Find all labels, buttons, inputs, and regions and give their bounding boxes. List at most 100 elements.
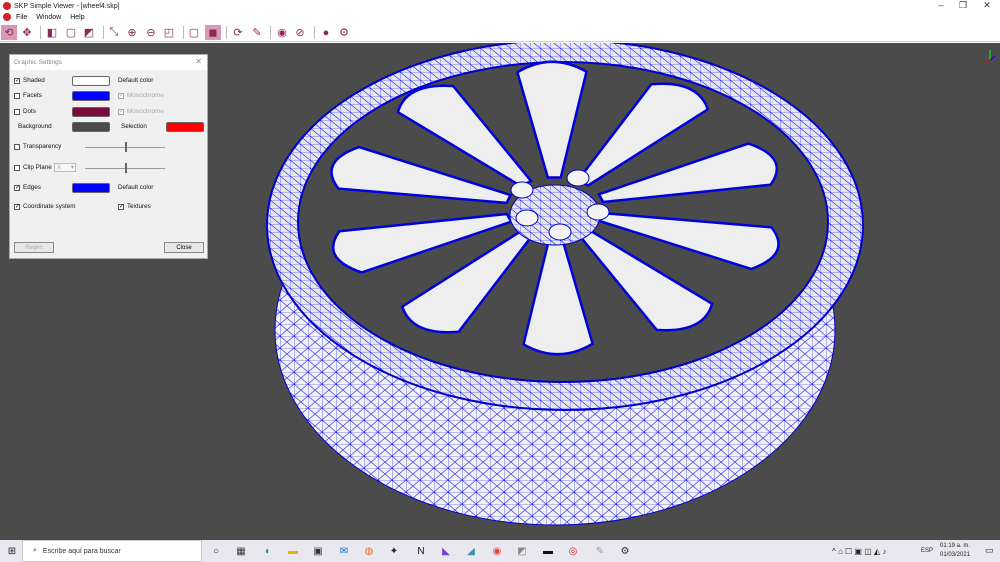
lug-nut [510,181,534,199]
dialog-title: Graphic Settings [10,55,207,70]
background-label: Background [18,123,52,130]
transparency-slider[interactable] [85,142,165,152]
transparency-checkbox[interactable]: Transparency [14,143,61,150]
clip-axis-select[interactable]: X ▾ [54,163,76,172]
lug-nut [566,169,590,187]
menu-bar: File Window Help [0,12,1000,23]
notifications-icon[interactable]: ▭ [985,545,994,556]
visual-studio-icon[interactable]: ◣ [439,544,453,558]
shaded-label: Shaded [23,77,45,84]
language-indicator[interactable]: ESP [921,548,933,554]
measure-icon[interactable]: ✎ [249,25,265,40]
textures-label: Textures [127,203,151,210]
toolbar-separator [226,26,227,39]
terminal-icon[interactable]: ▬ [541,544,555,558]
edges-color[interactable] [72,183,110,193]
zoom-extents-icon[interactable]: ⤡ [106,25,122,40]
dots-label: Dots [23,108,36,115]
axis-indicator [984,50,996,65]
facets-color[interactable] [72,91,110,101]
menu-window[interactable]: Window [36,14,61,21]
pan-icon[interactable]: ✥ [19,25,35,40]
chrome-icon[interactable]: ◉ [490,544,504,558]
info-icon[interactable]: ● [318,25,334,40]
settings-icon[interactable]: ⚙ [618,544,632,558]
facets-monochrome-checkbox: ✓ Monochrome [118,92,164,99]
skp-viewer-icon[interactable]: ◎ [566,544,580,558]
dots-monochrome-label: Monochrome [127,108,164,115]
background-color[interactable] [72,122,110,132]
widgets-icon[interactable]: ▦ [234,544,248,558]
edge-icon[interactable]: ◐ [261,544,275,558]
wireframe-icon[interactable]: ▢ [186,25,202,40]
clip-plane-slider[interactable] [85,163,165,173]
app-generic-icon[interactable]: ◢ [464,544,478,558]
clock-time[interactable]: 01:19 a. m. [940,543,970,549]
minimize-button[interactable]: – [930,0,952,10]
dots-color[interactable] [72,107,110,117]
zoom-in-icon[interactable]: ⊕ [124,25,140,40]
transparency-label: Transparency [23,143,62,150]
title-bar: SKP Simple Viewer - [wheel4.skp] – ❐ ✕ [0,0,1000,12]
facets-checkbox[interactable]: Facets [14,92,42,99]
view-iso-icon[interactable]: ◧ [44,25,60,40]
paint-icon[interactable]: ✎ [593,544,607,558]
dots-checkbox[interactable]: Dots [14,108,36,115]
task-view-icon[interactable]: ○ [209,544,223,558]
clip-plane-checkbox[interactable]: Clip Plane [14,164,52,171]
lug-nut [515,209,539,227]
menu-help[interactable]: Help [70,14,84,21]
facets-monochrome-label: Monochrome [127,92,164,99]
zoom-out-icon[interactable]: ⊖ [143,25,159,40]
close-button[interactable]: ✕ [976,0,998,11]
shaded-color[interactable] [72,76,110,86]
edges-checkbox[interactable]: ✓ Edges [14,184,41,191]
orbit-icon[interactable]: ⟲ [1,25,17,40]
close-dialog-button[interactable]: Close [164,242,204,253]
settings-icon[interactable]: ⚙ [336,25,352,40]
toolbar: ⟲ ✥ ◧ ▢ ◩ ⤡ ⊕ ⊖ ◰ ▢ ◼ ⟳ ✎ ◉ ⊘ ● ⚙ [0,23,1000,42]
clock-date[interactable]: 01/03/2021 [940,552,970,558]
notion-icon[interactable]: N [414,544,428,558]
lug-nut [548,223,572,241]
toolbar-separator [40,26,41,39]
store-icon[interactable]: ▣ [311,544,325,558]
view-side-icon[interactable]: ◩ [81,25,97,40]
chevron-down-icon: ▾ [70,164,74,171]
shaded-color-note: Default color [118,77,154,84]
clip-axis-value: X [57,164,62,171]
toolbar-separator [103,26,104,39]
firefox-icon[interactable]: ◍ [362,544,376,558]
app-menu-icon[interactable] [3,13,11,21]
menu-file[interactable]: File [16,14,27,21]
shaded-checkbox[interactable]: ✓ Shaded [14,77,45,84]
dialog-close-icon[interactable]: ✕ [195,57,202,66]
tray-icons[interactable]: ^ ⌂ ☐ ▣ ◫ ◭ ♪ [832,547,886,556]
clip-plane-label: Clip Plane [23,164,52,171]
toolbar-separator [183,26,184,39]
graphic-settings-dialog: Graphic Settings ✕ ✓ Shaded Default color… [9,54,208,259]
search-icon: ⌕ [33,547,37,554]
coordinate-system-label: Coordinate system [23,203,76,210]
search-placeholder: Escribe aquí para buscar [42,547,121,555]
taskbar-search[interactable]: ⌕ Escribe aquí para buscar [22,540,202,562]
show-icon[interactable]: ◉ [274,25,290,40]
taskbar: ⊞ ⌕ Escribe aquí para buscar ○ ▦ ◐ ▬ ▣ ✉ ◍ ✦ N ◣ ◢ ◉… [0,540,1000,562]
selection-label: Selection [121,123,147,130]
textures-checkbox[interactable]: ✓ Textures [118,203,151,210]
dots-monochrome-checkbox: ✓ Monochrome [118,108,164,115]
explorer-icon[interactable]: ▬ [286,544,300,558]
dropbox-icon[interactable]: ✦ [387,544,401,558]
zoom-window-icon[interactable]: ◰ [161,25,177,40]
regen-button[interactable]: Regen [14,242,54,253]
selection-color[interactable] [166,122,204,132]
hide-icon[interactable]: ⊘ [292,25,308,40]
mail-icon[interactable]: ✉ [337,544,351,558]
rotate-icon[interactable]: ⟳ [230,25,246,40]
shaded-icon[interactable]: ◼ [205,25,221,40]
coordinate-system-checkbox[interactable]: ✓ Coordinate system [14,203,76,210]
viewer-app-icon[interactable]: ◩ [515,544,529,558]
restore-button[interactable]: ❐ [952,0,974,11]
windows-start-icon[interactable]: ⊞ [5,544,19,558]
view-front-icon[interactable]: ▢ [63,25,79,40]
